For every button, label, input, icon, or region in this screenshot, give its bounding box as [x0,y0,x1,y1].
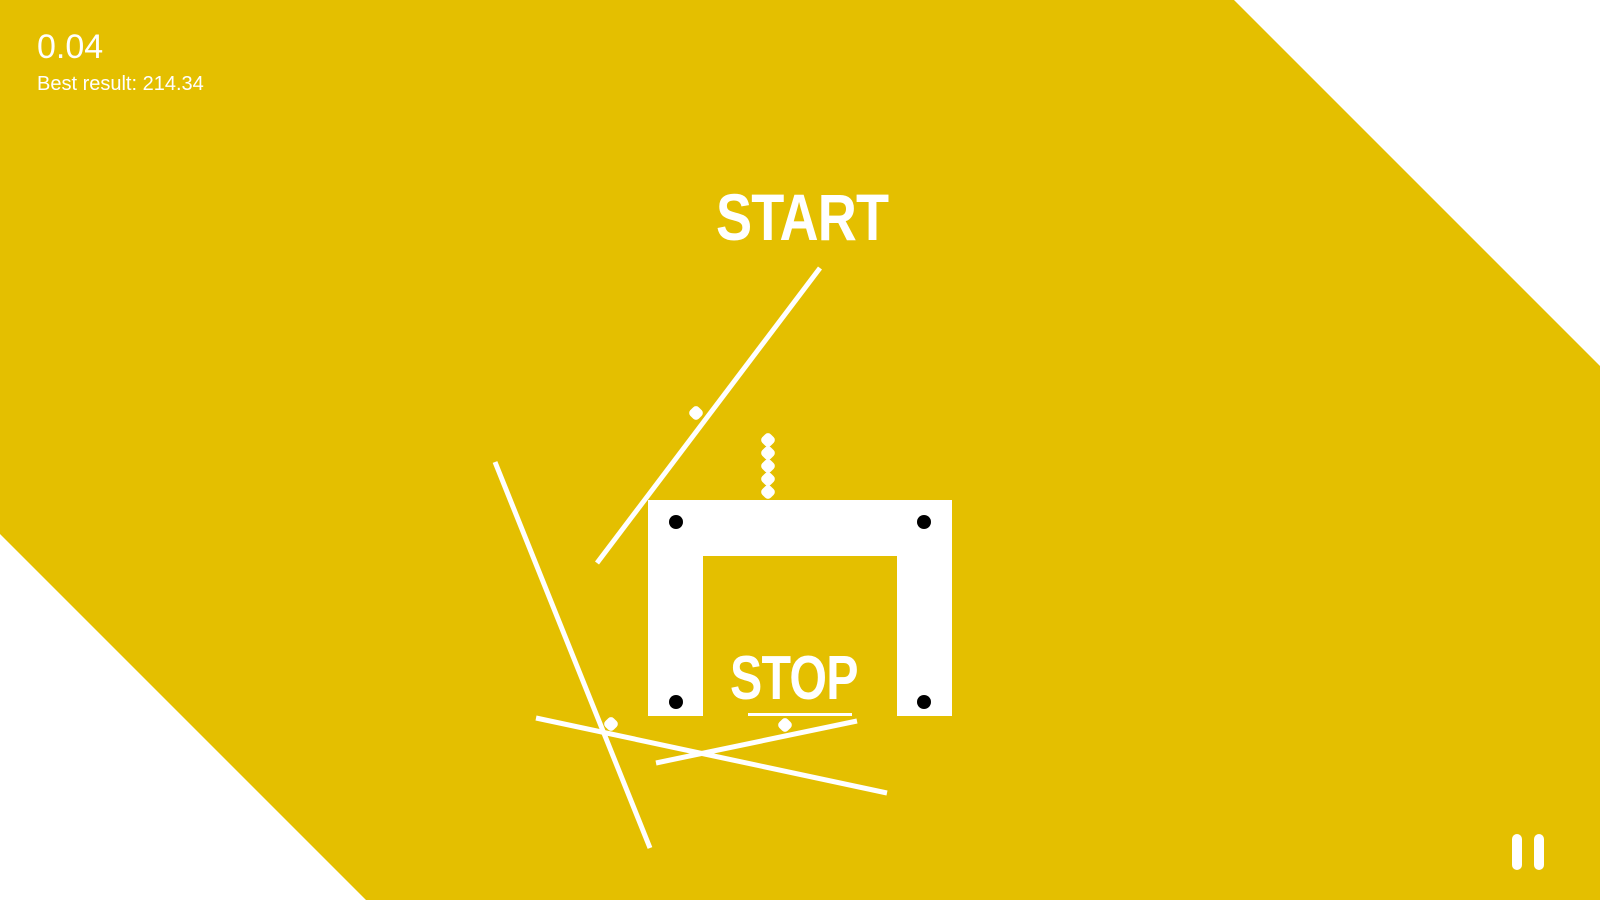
stop-underline [748,713,852,716]
pause-bar-left [1512,834,1522,870]
pin-top-right [917,515,931,529]
pin-bottom-left [669,695,683,709]
game-scene [0,0,1600,900]
pause-button[interactable] [1510,834,1550,870]
best-result: Best result: 214.34 [37,73,204,95]
pause-bar-right [1534,834,1544,870]
start-label: START [716,180,889,254]
play-area-band [0,0,1600,900]
pin-bottom-right [917,695,931,709]
ball-stack [761,433,775,499]
stop-label: STOP [730,644,858,713]
pin-top-left [669,515,683,529]
game-stage: 0.04 Best result: 214.34 START STOP [0,0,1600,900]
timer-readout: 0.04 [37,28,104,66]
